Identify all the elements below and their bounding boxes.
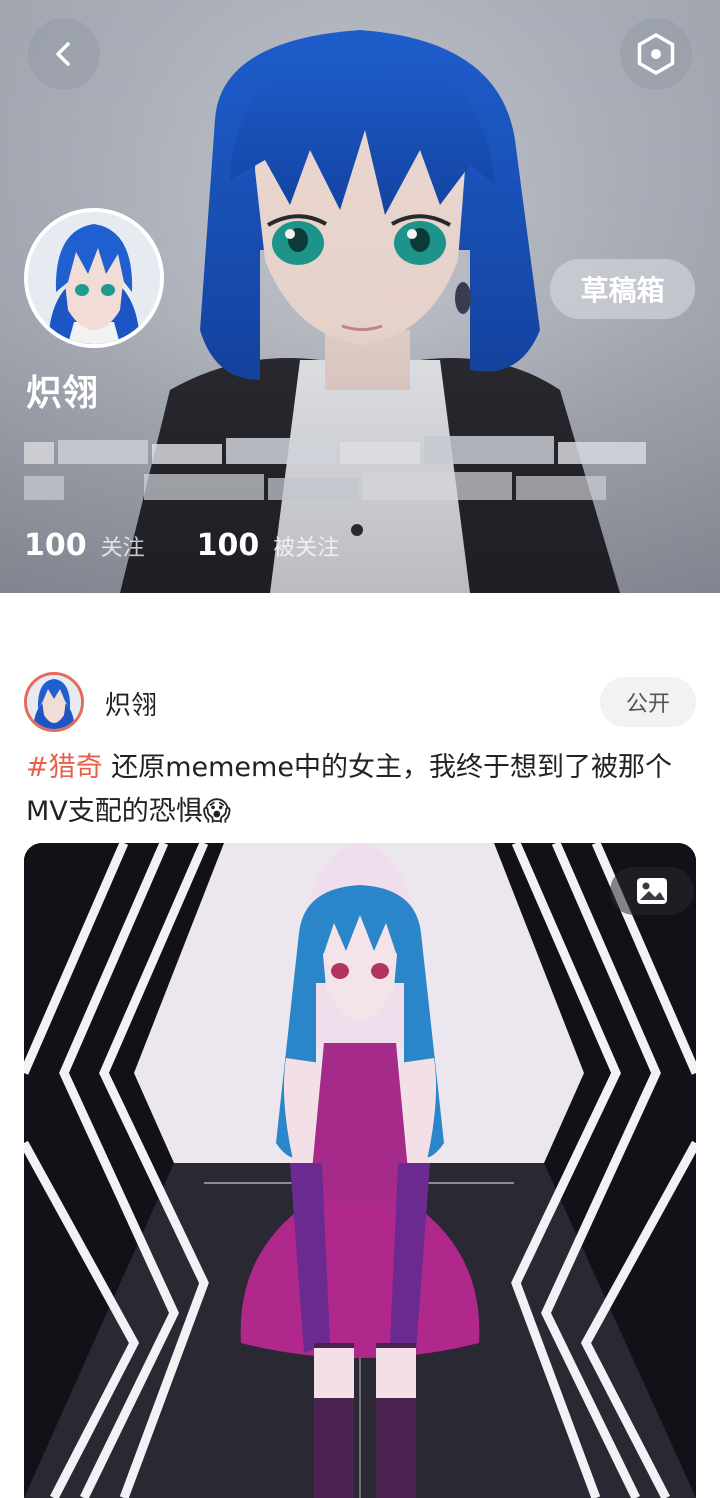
blurred-bio-text bbox=[24, 436, 646, 500]
follow-stats: 100 关注 100 被关注 bbox=[24, 528, 339, 572]
back-button[interactable] bbox=[28, 18, 100, 90]
post-text: #猎奇 还原mememe中的女主，我终于想到了被那个MV支配的恐惧😱 bbox=[26, 746, 698, 834]
visibility-badge[interactable]: 公开 bbox=[600, 677, 696, 727]
avatar-image bbox=[27, 675, 81, 729]
image-icon bbox=[637, 878, 667, 904]
post-image-art bbox=[24, 843, 696, 1498]
post-body: 还原mememe中的女主，我终于想到了被那个MV支配的恐惧😱 bbox=[26, 752, 672, 827]
post-hashtag[interactable]: #猎奇 bbox=[26, 752, 103, 783]
profile-header: 草稿箱 炽翎 100 关注 100 被关注 bbox=[0, 0, 720, 593]
image-type-badge bbox=[610, 867, 694, 915]
followers-label[interactable]: 被关注 bbox=[273, 530, 339, 562]
avatar-image bbox=[28, 212, 160, 344]
followers-count[interactable]: 100 bbox=[197, 528, 260, 563]
profile-name: 炽翎 bbox=[26, 373, 99, 414]
following-label[interactable]: 关注 bbox=[101, 530, 145, 562]
following-count[interactable]: 100 bbox=[24, 528, 87, 563]
post-author-name[interactable]: 炽翎 bbox=[105, 685, 157, 722]
settings-button[interactable] bbox=[620, 18, 692, 90]
post-card[interactable]: 炽翎 公开 #猎奇 还原mememe中的女主，我终于想到了被那个MV支配的恐惧😱 bbox=[0, 593, 720, 1498]
hexagon-settings-icon bbox=[637, 33, 675, 75]
profile-avatar[interactable] bbox=[24, 208, 164, 348]
post-image[interactable] bbox=[24, 843, 696, 1498]
drafts-button[interactable]: 草稿箱 bbox=[550, 259, 695, 319]
post-author-avatar[interactable] bbox=[24, 672, 84, 732]
chevron-left-icon bbox=[56, 42, 70, 66]
